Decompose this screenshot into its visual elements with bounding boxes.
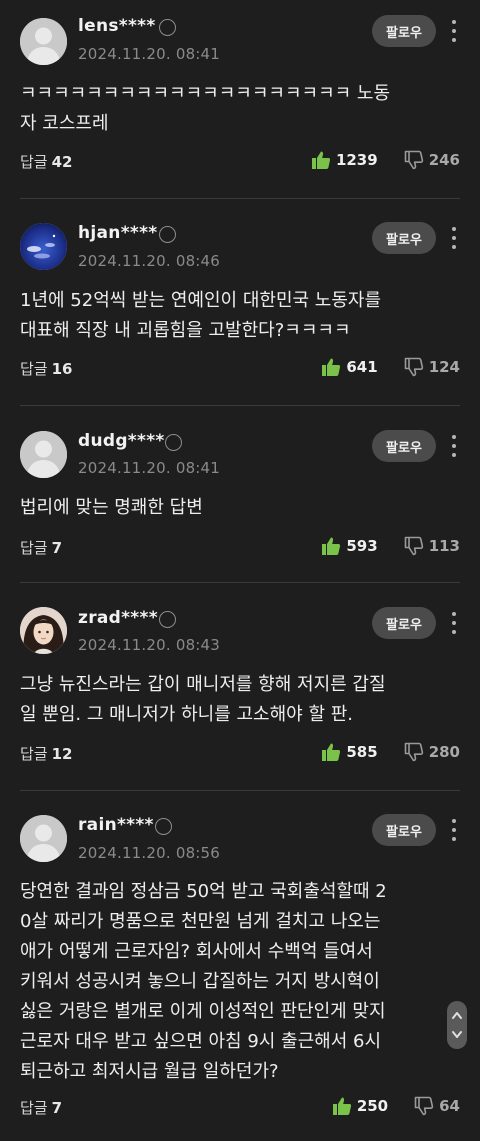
comment-item: lens**** 2024.11.20. 08:41 팔로우 ㅋㅋㅋㅋㅋㅋㅋㅋㅋ… bbox=[0, 0, 480, 198]
reply-button[interactable]: 답글 42 bbox=[20, 151, 72, 172]
thumbs-down-icon[interactable] bbox=[404, 150, 424, 170]
username[interactable]: hjan**** bbox=[78, 223, 157, 243]
timestamp: 2024.11.20. 08:46 bbox=[78, 252, 221, 270]
more-options-icon[interactable] bbox=[448, 434, 460, 458]
badge-icon bbox=[159, 226, 176, 243]
photo-avatar-icon bbox=[20, 607, 67, 654]
default-avatar-icon bbox=[20, 18, 67, 65]
more-options-icon[interactable] bbox=[448, 19, 460, 43]
thumbs-up-icon[interactable] bbox=[332, 1096, 352, 1116]
scroll-arrows-icon bbox=[452, 1012, 462, 1038]
comment-item: hjan**** 2024.11.20. 08:46 팔로우 1년에 52억씩 … bbox=[0, 199, 480, 405]
follow-button[interactable]: 팔로우 bbox=[372, 15, 436, 47]
like-count: 593 bbox=[346, 537, 378, 555]
badge-icon bbox=[159, 19, 176, 36]
dislike-count: 124 bbox=[428, 358, 460, 376]
comment-text: 법리에 맞는 명쾌한 답변 bbox=[20, 497, 203, 518]
username[interactable]: rain**** bbox=[78, 815, 154, 835]
reply-count: 42 bbox=[51, 153, 73, 171]
like-count: 1239 bbox=[335, 151, 378, 169]
timestamp: 2024.11.20. 08:43 bbox=[78, 636, 221, 654]
avatar[interactable] bbox=[20, 18, 67, 65]
thumbs-down-icon[interactable] bbox=[414, 1096, 434, 1116]
comment-item: zrad**** 2024.11.20. 08:43 팔로우 그냥 뉴진스라는 … bbox=[0, 583, 480, 790]
thumbs-down-icon[interactable] bbox=[404, 357, 424, 377]
dislike-count: 280 bbox=[428, 743, 460, 761]
thumbs-up-icon[interactable] bbox=[321, 357, 341, 377]
thumbs-down-icon[interactable] bbox=[404, 536, 424, 556]
badge-icon bbox=[165, 434, 182, 451]
like-count: 641 bbox=[346, 358, 378, 376]
avatar[interactable] bbox=[20, 607, 67, 654]
dislike-count: 246 bbox=[428, 151, 460, 169]
reply-button[interactable]: 답글 12 bbox=[20, 743, 72, 764]
dislike-count: 113 bbox=[428, 537, 460, 555]
badge-icon bbox=[155, 818, 172, 835]
reply-label: 답글 bbox=[20, 1099, 48, 1117]
avatar[interactable] bbox=[20, 431, 67, 478]
thumbs-down-icon[interactable] bbox=[404, 742, 424, 762]
default-avatar-icon bbox=[20, 815, 67, 862]
dislike-count: 64 bbox=[439, 1097, 460, 1115]
default-avatar-icon bbox=[20, 431, 67, 478]
badge-icon bbox=[159, 611, 176, 628]
reaction-bar: 585 280 bbox=[321, 742, 460, 762]
follow-button[interactable]: 팔로우 bbox=[372, 607, 436, 639]
thumbs-up-icon[interactable] bbox=[321, 742, 341, 762]
more-options-icon[interactable] bbox=[448, 818, 460, 842]
comment-item: dudg**** 2024.11.20. 08:41 팔로우 법리에 맞는 명쾌… bbox=[0, 406, 480, 582]
reply-label: 답글 bbox=[20, 539, 48, 557]
comment-text: 그냥 뉴진스라는 갑이 매니저를 향해 저지른 갑질 일 뿐임. 그 매니저가 … bbox=[20, 674, 386, 725]
comment-item: rain**** 2024.11.20. 08:56 팔로우 당연한 결과임 정… bbox=[0, 791, 480, 1141]
reply-button[interactable]: 답글 7 bbox=[20, 1097, 62, 1118]
follow-button[interactable]: 팔로우 bbox=[372, 222, 436, 254]
reaction-bar: 641 124 bbox=[321, 357, 460, 377]
follow-button[interactable]: 팔로우 bbox=[372, 814, 436, 846]
timestamp: 2024.11.20. 08:41 bbox=[78, 459, 221, 477]
more-options-icon[interactable] bbox=[448, 611, 460, 635]
username[interactable]: zrad**** bbox=[78, 608, 158, 628]
comment-text: 당연한 결과임 정삼금 50억 받고 국회출석할때 2 0살 짜리가 명품으로 … bbox=[20, 881, 387, 1082]
more-options-icon[interactable] bbox=[448, 226, 460, 250]
scroll-handle[interactable] bbox=[447, 1001, 467, 1049]
comment-text: 1년에 52억씩 받는 연예인이 대한민국 노동자를 대표해 직장 내 괴롭힘을… bbox=[20, 290, 382, 341]
comment-text: ㅋㅋㅋㅋㅋㅋㅋㅋㅋㅋㅋㅋㅋㅋㅋㅋㅋㅋㅋㅋ 노동 자 코스프레 bbox=[20, 83, 391, 134]
reply-label: 답글 bbox=[20, 360, 48, 378]
sky-avatar-icon bbox=[20, 223, 67, 270]
timestamp: 2024.11.20. 08:56 bbox=[78, 844, 221, 862]
avatar[interactable] bbox=[20, 815, 67, 862]
reply-button[interactable]: 답글 7 bbox=[20, 537, 62, 558]
username[interactable]: lens**** bbox=[78, 16, 156, 36]
thumbs-up-icon[interactable] bbox=[311, 150, 331, 170]
reaction-bar: 593 113 bbox=[321, 536, 460, 556]
like-count: 585 bbox=[346, 743, 378, 761]
username[interactable]: dudg**** bbox=[78, 431, 165, 451]
reaction-bar: 1239 246 bbox=[311, 150, 460, 170]
follow-button[interactable]: 팔로우 bbox=[372, 430, 436, 462]
reply-count: 7 bbox=[51, 1099, 63, 1117]
reply-count: 7 bbox=[51, 539, 63, 557]
thumbs-up-icon[interactable] bbox=[321, 536, 341, 556]
reply-label: 답글 bbox=[20, 153, 48, 171]
like-count: 250 bbox=[356, 1097, 389, 1115]
reply-count: 12 bbox=[51, 745, 73, 763]
reply-label: 답글 bbox=[20, 745, 48, 763]
timestamp: 2024.11.20. 08:41 bbox=[78, 45, 221, 63]
reaction-bar: 250 64 bbox=[332, 1096, 460, 1116]
avatar[interactable] bbox=[20, 223, 67, 270]
reply-button[interactable]: 답글 16 bbox=[20, 358, 72, 379]
reply-count: 16 bbox=[51, 360, 73, 378]
